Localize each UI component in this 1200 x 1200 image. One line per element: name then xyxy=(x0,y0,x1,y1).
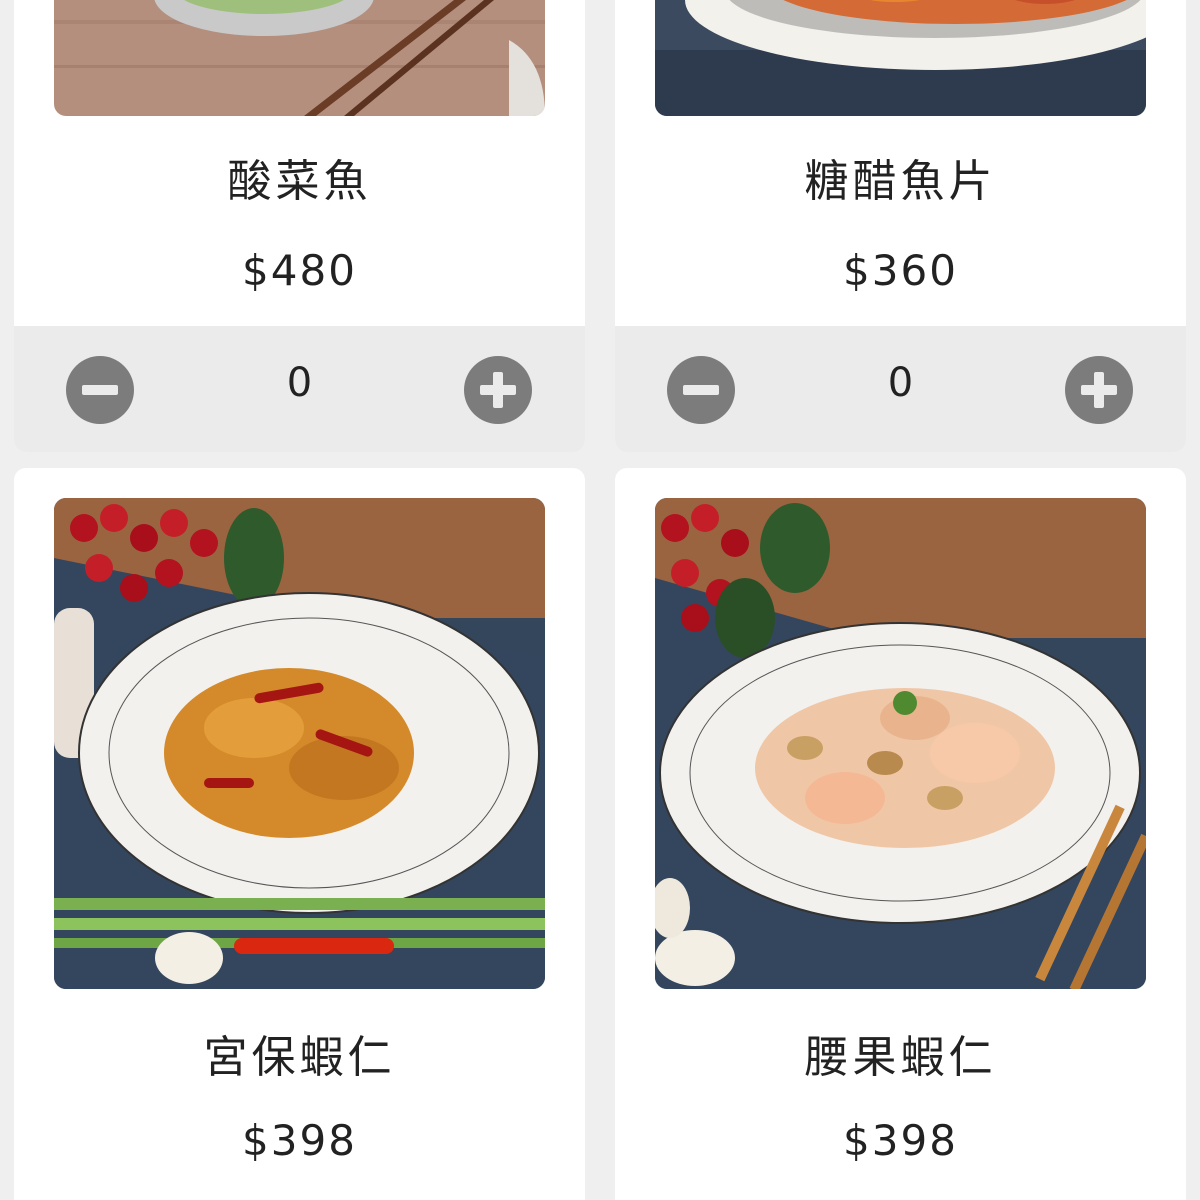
menu-card: 酸菜魚 $480 0 xyxy=(14,0,585,452)
sweet-sour-fish-photo xyxy=(655,0,1146,116)
kung-pao-shrimp-photo xyxy=(54,498,545,989)
dish-photo[interactable] xyxy=(655,498,1146,989)
dish-name: 酸菜魚 xyxy=(227,156,372,207)
dish-photo[interactable] xyxy=(54,498,545,989)
dish-price: $398 xyxy=(843,1116,958,1165)
quantity-stepper: 0 xyxy=(14,326,585,452)
dish-name: 宮保蝦仁 xyxy=(203,1032,396,1083)
cashew-shrimp-photo xyxy=(655,498,1146,989)
dish-price: $360 xyxy=(843,246,958,295)
suancai-fish-photo xyxy=(54,0,545,116)
menu-card: 糖醋魚片 $360 0 xyxy=(615,0,1186,452)
dish-name: 糖醋魚片 xyxy=(804,156,997,207)
dish-photo[interactable] xyxy=(54,0,545,116)
menu-card: 宮保蝦仁 $398 xyxy=(14,468,585,1200)
plus-circle-icon[interactable] xyxy=(1065,356,1133,424)
dish-name: 腰果蝦仁 xyxy=(804,1032,997,1083)
menu-grid: 酸菜魚 $480 0 糖醋魚片 $360 0 宮保蝦仁 $398 腰果蝦仁 $3… xyxy=(0,0,1200,1200)
dish-price: $480 xyxy=(242,246,357,295)
dish-price: $398 xyxy=(242,1116,357,1165)
dish-photo[interactable] xyxy=(655,0,1146,116)
menu-card: 腰果蝦仁 $398 xyxy=(615,468,1186,1200)
plus-circle-icon[interactable] xyxy=(464,356,532,424)
quantity-stepper: 0 xyxy=(615,326,1186,452)
